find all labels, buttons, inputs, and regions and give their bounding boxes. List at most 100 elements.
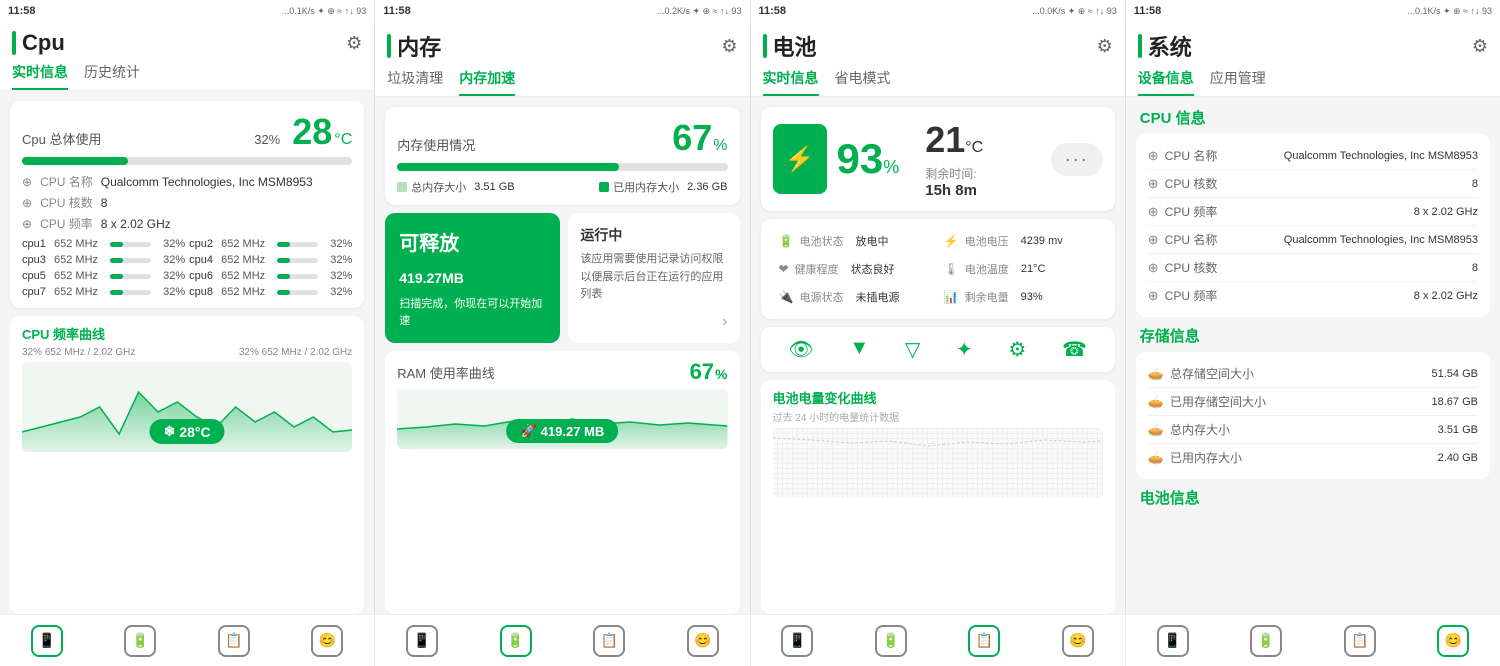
ram-chart-card: RAM 使用率曲线 67 % [385, 351, 739, 614]
sys-panel-header: 系统 ⚙ 设备信息 应用管理 [1126, 22, 1500, 97]
boost-badge[interactable]: 🚀 419.27 MB [506, 419, 618, 443]
nav-btn-bat-3[interactable]: 📋 [938, 615, 1032, 666]
core-row-5: cpu5 652 MHz 32% [22, 270, 185, 282]
mem-total-item: 总内存大小 3.51 GB [397, 179, 514, 195]
sys-cpu-icon-1: ⊕ [1148, 176, 1159, 192]
bat-gear-icon[interactable]: ⚙ [1097, 36, 1113, 57]
nav-btn-bat-1[interactable]: 📱 [751, 615, 845, 666]
cpu-temp-unit: °C [334, 131, 352, 149]
sys-storage-row-3: 🥧 已用内存大小 2.40 GB [1148, 444, 1478, 471]
nav-segment-mem: 📱 🔋 📋 😊 [375, 615, 750, 666]
tab-bat-realtime[interactable]: 实时信息 [763, 68, 819, 96]
bat-chart-title: 电池电量变化曲线 [773, 388, 1103, 407]
bat-settings-icon[interactable]: ⚙ [1008, 337, 1026, 362]
tab-cpu-history[interactable]: 历史统计 [84, 62, 140, 90]
mem-gear-icon[interactable]: ⚙ [721, 36, 737, 57]
nav-btn-mem-3[interactable]: 📋 [562, 615, 656, 666]
tab-mem-clean[interactable]: 垃圾清理 [387, 68, 443, 96]
cpu-gear-icon[interactable]: ⚙ [346, 33, 362, 54]
tab-mem-boost[interactable]: 内存加速 [459, 68, 515, 96]
nav-btn-mem-1[interactable]: 📱 [375, 615, 469, 666]
cpu-tabs: 实时信息 历史统计 [12, 62, 362, 90]
bat-info-grid: 🔋 电池状态 放电中 ⚡ 电池电压 4239 mv ❤ 健康程度 状态良好 [773, 229, 1103, 309]
status-segment-4: 11:58 ...0.1K/s ✦ ⊕ ≈ ↑↓ 93 [1126, 0, 1500, 22]
cpu-temp-big: 28 [292, 111, 332, 153]
cpu-panel-content: Cpu 总体使用 32% 28 °C ⊕ CPU 名称 Qualcomm Tec… [0, 91, 374, 614]
bat-power-icon: 🔌 [779, 290, 794, 304]
nav-btn-bat-4[interactable]: 😊 [1031, 615, 1125, 666]
nav-segment-sys: 📱 🔋 📋 😊 [1126, 615, 1500, 666]
bat-more-btn[interactable]: ··· [1051, 143, 1103, 176]
nav-icon-list-4: 📋 [1344, 625, 1376, 657]
mem-panel-header: 内存 ⚙ 垃圾清理 内存加速 [375, 22, 749, 97]
nav-btn-sys-4[interactable]: 😊 [1406, 615, 1500, 666]
bat-panel-content: ⚡ 93 % 21 °C 剩余时间: 15h 8m ··· [751, 97, 1125, 614]
bat-status-icon: 🔋 [779, 234, 794, 248]
mem-two-cards: 可释放 419.27MB 扫描完成，你现在可以开始加速 运行中 该应用需要使用记… [385, 213, 739, 343]
mem-total-label: 总内存大小 [411, 179, 466, 195]
cpu-cores-icon: ⊕ [22, 196, 32, 210]
bat-call-icon[interactable]: ☎ [1062, 337, 1087, 362]
nav-btn-bat-2[interactable]: 🔋 [844, 615, 938, 666]
core-row-3: cpu3 652 MHz 32% [22, 254, 185, 266]
mem-usage-row: 总内存大小 3.51 GB 已用内存大小 2.36 GB [397, 179, 727, 195]
core-row-6: cpu6 652 MHz 32% [189, 270, 352, 282]
cpu-freq-icon: ⊕ [22, 217, 32, 231]
sys-cpu-left-4: ⊕ CPU 核数 [1148, 259, 1218, 276]
mem-usage-unit: % [713, 137, 727, 155]
bat-title-row: 电池 ⚙ [763, 30, 1113, 62]
tab-cpu-realtime[interactable]: 实时信息 [12, 62, 68, 90]
cpu-chart-meta-right: 32% 652 MHz / 2.02 GHz [239, 347, 352, 358]
nav-btn-sys-1[interactable]: 📱 [1126, 615, 1220, 666]
cpu-chart-area: ❄ 28°C [22, 362, 352, 452]
status-icons-1: ...0.1K/s ✦ ⊕ ≈ ↑↓ 93 [282, 6, 367, 17]
rocket-icon: 🚀 [520, 423, 536, 439]
mem-used-label: 已用内存大小 [613, 179, 679, 195]
sys-storage-left-2: 🥧 总内存大小 [1148, 421, 1230, 438]
status-bar: 11:58 ...0.1K/s ✦ ⊕ ≈ ↑↓ 93 11:58 ...0.2… [0, 0, 1500, 22]
sys-gear-icon[interactable]: ⚙ [1472, 36, 1488, 57]
nav-icon-cpu-mem: 🔋 [500, 625, 532, 657]
nav-btn-mem-4[interactable]: 😊 [656, 615, 750, 666]
mem-usage-card: 内存使用情况 67 % 总内存大小 3.51 GB [385, 107, 739, 205]
tab-bat-saver[interactable]: 省电模式 [835, 68, 891, 96]
running-arrow-icon[interactable]: › [580, 313, 727, 331]
bat-info-health: ❤ 健康程度 状态良好 [773, 257, 938, 281]
bat-temp-unit: °C [965, 139, 983, 157]
nav-icon-cpu-sys: 🔋 [1250, 625, 1282, 657]
bat-pct-unit: % [883, 157, 899, 178]
ram-chart-header: RAM 使用率曲线 67 % [397, 359, 727, 385]
nav-btn-mem-2[interactable]: 🔋 [469, 615, 563, 666]
status-segment-2: 11:58 ...0.2K/s ✦ ⊕ ≈ ↑↓ 93 [375, 0, 750, 22]
core-row-8: cpu8 652 MHz 32% [189, 286, 352, 298]
nav-btn-cpu-2[interactable]: 🔋 [94, 615, 188, 666]
nav-btn-cpu-4[interactable]: 😊 [281, 615, 375, 666]
sys-storage-left-3: 🥧 已用内存大小 [1148, 449, 1242, 466]
cpu-title-row: Cpu ⚙ [12, 30, 362, 56]
nav-btn-sys-3[interactable]: 📋 [1313, 615, 1407, 666]
tab-sys-apps[interactable]: 应用管理 [1210, 68, 1266, 96]
cpu-chart-meta: 32% 652 MHz / 2.02 GHz 32% 652 MHz / 2.0… [22, 347, 352, 358]
nav-btn-sys-2[interactable]: 🔋 [1219, 615, 1313, 666]
nav-btn-cpu-1[interactable]: 📱 [0, 615, 94, 666]
nav-icon-face-2: 😊 [687, 625, 719, 657]
cpu-progress-fill [22, 157, 128, 165]
bat-info-power: 🔌 电源状态 未插电源 [773, 285, 938, 309]
mem-used-dot [599, 182, 609, 192]
cpu-usage-label: Cpu 总体使用 [22, 129, 101, 148]
cpu-cores-grid: cpu1 652 MHz 32% cpu2 652 MHz 32% cpu3 6… [22, 238, 352, 298]
bat-data-icon[interactable]: ▽ [905, 337, 920, 362]
nav-btn-cpu-3[interactable]: 📋 [187, 615, 281, 666]
sys-cpu-left-0: ⊕ CPU 名称 [1148, 147, 1218, 164]
tab-sys-device[interactable]: 设备信息 [1138, 68, 1194, 96]
bat-title-accent [763, 34, 767, 58]
bat-bluetooth-icon[interactable]: ✦ [956, 337, 973, 362]
bat-chart-area [773, 428, 1103, 498]
nav-segment-bat: 📱 🔋 📋 😊 [751, 615, 1126, 666]
cpu-panel-title: Cpu [22, 30, 65, 56]
status-icons-3: ...0.0K/s ✦ ⊕ ≈ ↑↓ 93 [1032, 6, 1117, 17]
cpu-progress-wrap [22, 157, 352, 165]
sys-bat-info-title: 电池信息 [1136, 487, 1490, 508]
bat-eye-icon[interactable]: 👁 [788, 337, 813, 362]
bat-wifi-icon[interactable]: ▼ [849, 337, 869, 362]
